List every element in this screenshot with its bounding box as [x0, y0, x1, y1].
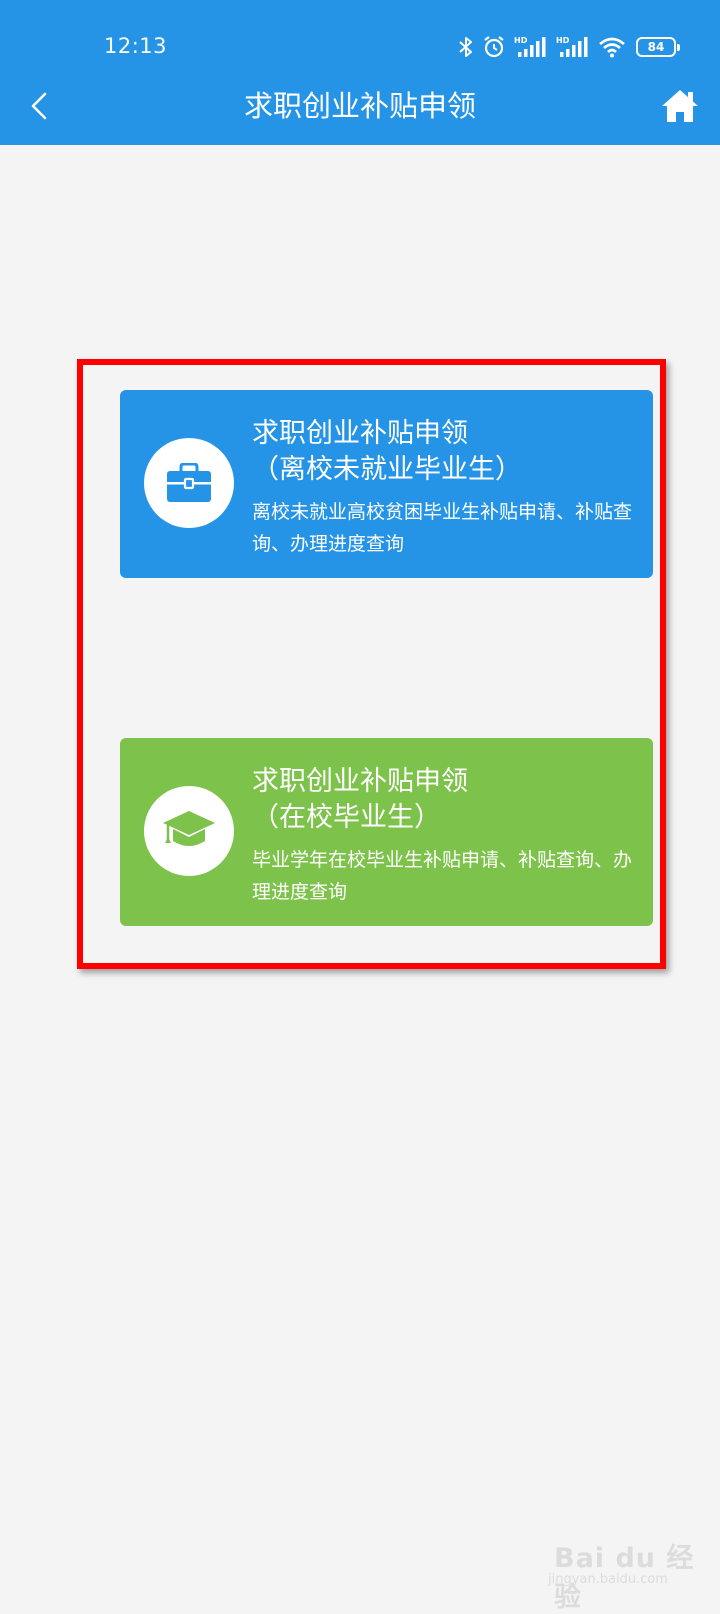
battery-icon: 84 [636, 37, 680, 57]
graduation-cap-icon [163, 811, 215, 846]
home-icon [662, 90, 698, 122]
briefcase-icon [167, 463, 211, 502]
alarm-icon [482, 35, 506, 59]
card-graduated-unemployed[interactable]: 求职创业补贴申领 （离校未就业毕业生） 离校未就业高校贫困毕业生补贴申请、补贴查… [120, 390, 653, 578]
baidu-jingyan-watermark: Bai du 经验 jingyan.baidu.com [548, 1528, 708, 1613]
bluetooth-icon [458, 35, 474, 59]
signal-hd-icon: HD [556, 35, 590, 59]
page-title: 求职创业补贴申领 [243, 89, 476, 123]
card-icon-circle [144, 438, 234, 528]
app-header: 12:13 HD HD 84 求职创业补贴申领 [0, 0, 720, 145]
card-title-line2: （在校毕业生） [252, 802, 441, 833]
wifi-icon [598, 36, 626, 58]
card-title-line2: （离校未就业毕业生） [252, 454, 522, 485]
card-current-graduates[interactable]: 求职创业补贴申领 （在校毕业生） 毕业学年在校毕业生补贴申请、补贴查询、办理进度… [120, 738, 653, 926]
card-title-line1: 求职创业补贴申领 [252, 418, 468, 449]
status-icons: HD HD 84 [458, 32, 680, 62]
battery-level: 84 [647, 40, 665, 54]
card-icon-circle [144, 786, 234, 876]
status-time: 12:13 [104, 34, 168, 58]
card-title: 求职创业补贴申领 （在校毕业生） [252, 764, 642, 836]
card-title-line1: 求职创业补贴申领 [252, 766, 468, 797]
card-description: 毕业学年在校毕业生补贴申请、补贴查询、办理进度查询 [252, 849, 633, 903]
signal-hd-icon: HD [514, 35, 548, 59]
svg-text:HD: HD [514, 36, 528, 45]
card-title: 求职创业补贴申领 （离校未就业毕业生） [252, 416, 642, 488]
watermark-url: jingyan.baidu.com [548, 1572, 668, 1587]
card-description: 离校未就业高校贫困毕业生补贴申请、补贴查询、办理进度查询 [252, 501, 633, 555]
svg-text:HD: HD [556, 36, 570, 45]
home-button[interactable] [660, 86, 700, 126]
